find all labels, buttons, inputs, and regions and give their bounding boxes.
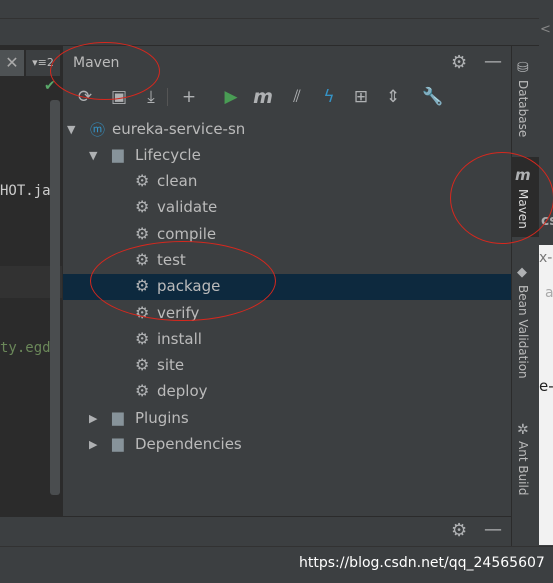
watermark-url: https://blog.csdn.net/qq_24565607 <box>299 555 545 571</box>
tree-goal-install[interactable]: install <box>157 330 202 348</box>
download-icon[interactable]: ⤓ <box>138 84 164 110</box>
editor-scrollbar[interactable] <box>50 100 60 495</box>
adjacent-text: cs <box>541 213 553 229</box>
goal-gear-icon: ⚙ <box>135 381 150 401</box>
maven-project-icon: ⓜ <box>90 121 106 139</box>
settings-wrench-icon[interactable]: 🔧 <box>420 84 446 110</box>
goal-gear-icon: ⚙ <box>135 302 150 322</box>
panel-gear-icon[interactable]: ⚙ <box>451 52 467 73</box>
tree-goal-deploy[interactable]: deploy <box>157 382 208 400</box>
inspection-ok-icon: ✔ <box>44 78 56 94</box>
bottom-panel-bar <box>0 516 511 547</box>
tree-goal-clean[interactable]: clean <box>157 172 197 190</box>
adjacent-text: e- <box>539 377 553 395</box>
tree-goal-verify[interactable]: verify <box>157 304 199 322</box>
panel-title: Maven <box>73 55 120 71</box>
generate-sources-icon[interactable]: ▣ <box>106 84 132 110</box>
run-icon[interactable]: ▶ <box>218 84 244 110</box>
adjacent-text: a <box>545 285 553 301</box>
collapse-arrow-icon[interactable]: ▶ <box>89 412 97 425</box>
toolbar-separator <box>167 88 168 106</box>
tree-goal-validate[interactable]: validate <box>157 198 217 216</box>
maven-icon: m <box>515 166 531 184</box>
editor-tab-close-icon[interactable]: ✕ <box>0 50 24 76</box>
tree-goal-package[interactable]: package <box>157 277 220 295</box>
panel-minimize-icon[interactable]: — <box>484 51 502 72</box>
tree-project[interactable]: eureka-service-sn <box>112 120 245 138</box>
ant-icon: ✲ <box>517 422 529 438</box>
lifecycle-folder-icon: ▆ <box>112 145 124 163</box>
goal-gear-icon: ⚙ <box>135 249 150 269</box>
expand-arrow-icon[interactable]: ▼ <box>89 149 97 162</box>
tool-tab-database[interactable]: Database <box>516 80 530 137</box>
toggle-offline-icon[interactable]: ⫽ <box>284 84 310 110</box>
collapse-arrow-icon[interactable]: ▶ <box>89 438 97 451</box>
tree-goal-test[interactable]: test <box>157 251 186 269</box>
refresh-icon[interactable]: ⟳ <box>72 84 98 110</box>
tree-dependencies[interactable]: Dependencies <box>135 435 242 453</box>
dependencies-folder-icon: ▆ <box>112 434 124 452</box>
goal-gear-icon: ⚙ <box>135 197 150 217</box>
goal-gear-icon: ⚙ <box>135 171 150 190</box>
title-strip <box>0 0 553 46</box>
tool-tab-ant-build[interactable]: Ant Build <box>516 441 530 495</box>
tree-goal-site[interactable]: site <box>157 356 184 374</box>
add-icon[interactable]: + <box>176 84 202 110</box>
title-divider <box>0 18 553 19</box>
selected-row-highlight <box>63 274 511 301</box>
chevron-left-icon[interactable]: < <box>540 22 551 37</box>
execute-goal-icon[interactable]: m <box>250 84 276 110</box>
skip-tests-icon[interactable]: ϟ <box>316 84 342 110</box>
goal-gear-icon: ⚙ <box>135 276 150 296</box>
goal-gear-icon: ⚙ <box>135 223 150 243</box>
database-icon: ⛁ <box>517 60 529 76</box>
goal-gear-icon: ⚙ <box>135 328 150 348</box>
tree-lifecycle[interactable]: Lifecycle <box>135 146 201 164</box>
adjacent-text: x- <box>539 250 553 266</box>
editor-tab-menu[interactable]: ▾≡2 <box>26 50 60 76</box>
tree-goal-compile[interactable]: compile <box>157 225 216 243</box>
goal-gear-icon: ⚙ <box>135 355 150 375</box>
plugins-folder-icon: ▆ <box>112 408 124 426</box>
bottom-minimize-icon[interactable]: — <box>484 519 502 540</box>
expand-arrow-icon[interactable]: ▼ <box>67 123 75 136</box>
tree-plugins[interactable]: Plugins <box>135 409 189 427</box>
tool-tab-maven[interactable]: Maven <box>516 189 530 229</box>
bottom-gear-icon[interactable]: ⚙ <box>451 520 467 541</box>
tool-tab-bean-validation[interactable]: Bean Validation <box>516 285 530 379</box>
show-dependencies-icon[interactable]: ⊞ <box>348 84 374 110</box>
bean-validation-icon: ◆ <box>517 265 527 280</box>
collapse-all-icon[interactable]: ⇕ <box>380 84 406 110</box>
